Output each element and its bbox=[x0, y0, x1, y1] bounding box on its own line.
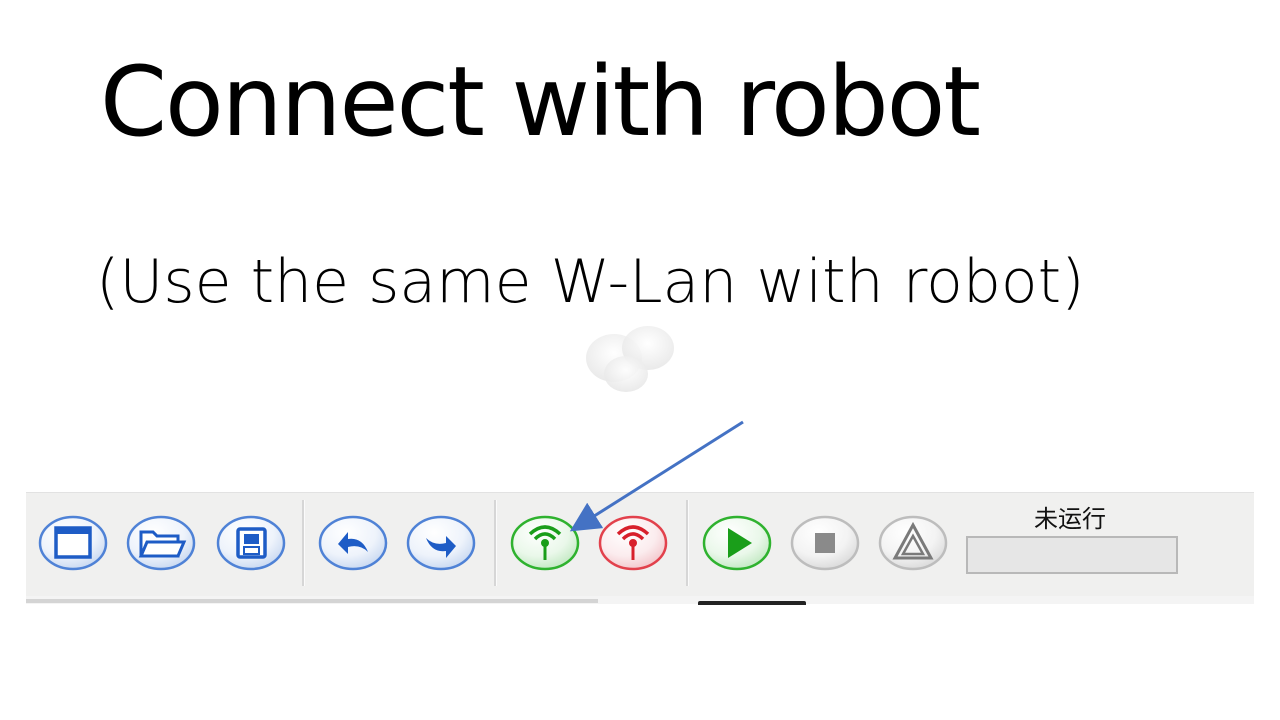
redo-arrow-icon bbox=[406, 515, 476, 571]
warning-triangle-icon bbox=[878, 515, 948, 571]
panel-edge-left bbox=[26, 599, 598, 603]
slide-title: Connect with robot bbox=[100, 46, 981, 158]
stop-square-icon bbox=[790, 515, 860, 571]
undo-button[interactable] bbox=[318, 514, 388, 572]
floppy-disk-icon bbox=[216, 515, 286, 571]
cloud-watermark-icon bbox=[586, 326, 674, 392]
folder-icon bbox=[126, 515, 196, 571]
stop-button[interactable] bbox=[790, 514, 860, 572]
run-status-label: 未运行 bbox=[1034, 505, 1106, 533]
panel-edge-tab bbox=[698, 601, 806, 605]
run-status-field bbox=[966, 536, 1178, 574]
annotation-arrow-icon bbox=[569, 420, 744, 532]
save-button[interactable] bbox=[216, 514, 286, 572]
redo-button[interactable] bbox=[406, 514, 476, 572]
warning-button[interactable] bbox=[878, 514, 948, 572]
open-folder-button[interactable] bbox=[126, 514, 196, 572]
toolbar-separator bbox=[494, 500, 497, 586]
new-window-button[interactable] bbox=[38, 514, 108, 572]
slide: Connect with robot (Use the same W-Lan w… bbox=[0, 0, 1280, 720]
window-icon bbox=[38, 515, 108, 571]
toolbar-separator bbox=[302, 500, 305, 586]
undo-arrow-icon bbox=[318, 515, 388, 571]
slide-subtitle: (Use the same W-Lan with robot) bbox=[96, 247, 1085, 317]
